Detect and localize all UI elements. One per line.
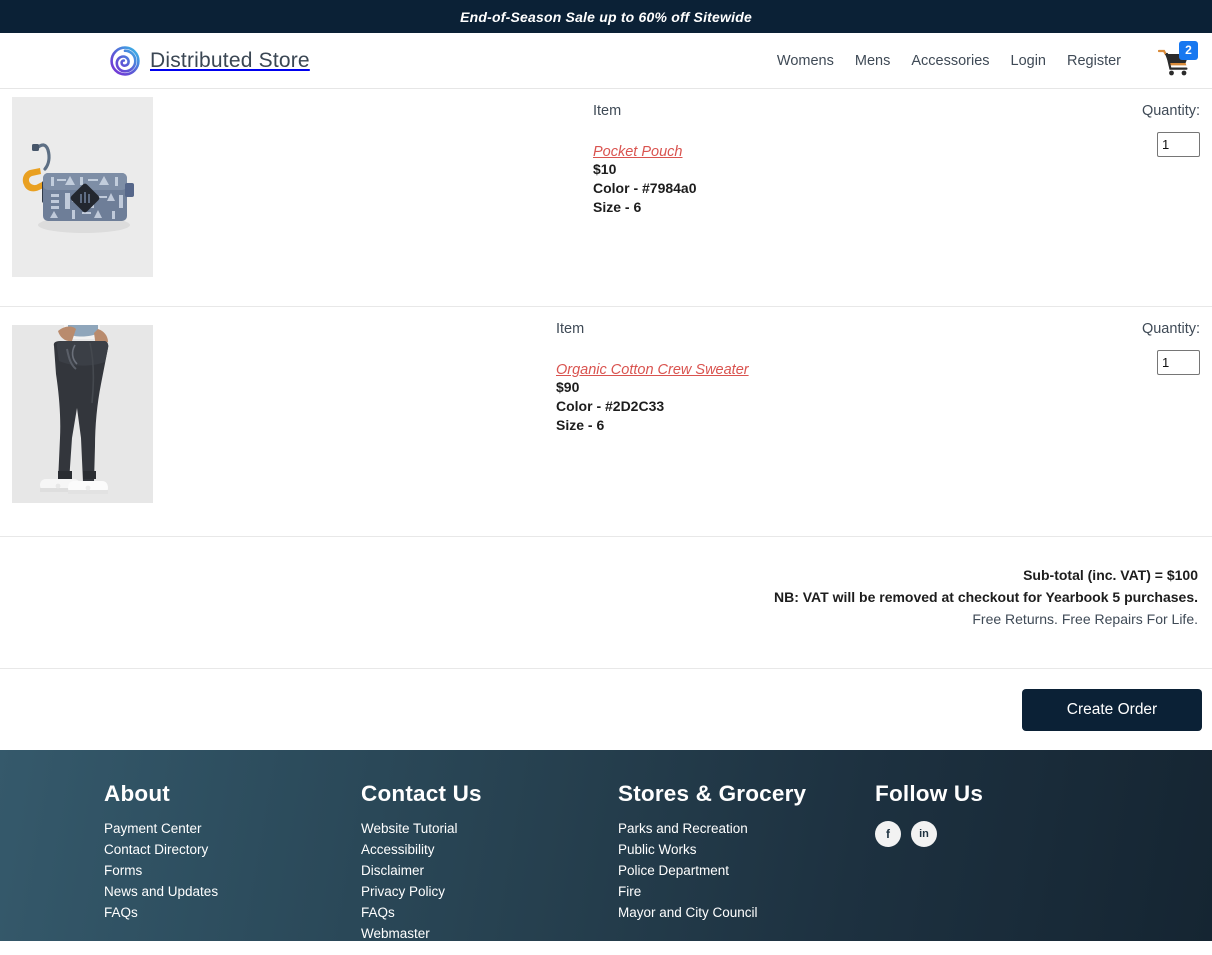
product-details: Item Pocket Pouch $10 Color - #7984a0 Si… — [593, 103, 697, 218]
facebook-icon[interactable]: f — [875, 821, 901, 847]
quantity-block: Quantity: — [1142, 321, 1200, 375]
footer-column-stores-grocery: Stores & Grocery Parks and Recreation Pu… — [618, 781, 875, 947]
spiral-logo-icon — [110, 45, 140, 76]
product-name-link[interactable]: Organic Cotton Crew Sweater — [556, 362, 749, 378]
product-thumbnail-organic-cotton-crew-sweater[interactable] — [12, 325, 153, 503]
footer-heading: Contact Us — [361, 781, 482, 806]
footer-column-contact-us: Contact Us Website Tutorial Accessibilit… — [361, 781, 618, 947]
site-footer: About Payment Center Contact Directory F… — [0, 750, 1212, 941]
footer-link-faqs[interactable]: FAQs — [104, 905, 361, 920]
order-totals: Sub-total (inc. VAT) = $100 NB: VAT will… — [0, 537, 1212, 669]
footer-link-payment-center[interactable]: Payment Center — [104, 821, 361, 836]
cart-row: Item Pocket Pouch $10 Color - #7984a0 Si… — [0, 89, 1212, 307]
footer-link-accessibility[interactable]: Accessibility — [361, 842, 618, 857]
quantity-label: Quantity: — [1141, 321, 1200, 337]
social-links: f in — [875, 821, 1075, 847]
subtotal-text: Sub-total (inc. VAT) = $100 — [1023, 567, 1198, 583]
product-color: Color - #2D2C33 — [556, 398, 665, 414]
footer-link-contact-directory[interactable]: Contact Directory — [104, 842, 361, 857]
product-name-link[interactable]: Pocket Pouch — [593, 144, 682, 160]
product-thumbnail-pocket-pouch[interactable] — [12, 97, 153, 277]
footer-link-public-works[interactable]: Public Works — [618, 842, 875, 857]
footer-link-parks-and-recreation[interactable]: Parks and Recreation — [618, 821, 875, 836]
footer-link-news-and-updates[interactable]: News and Updates — [104, 884, 361, 899]
brand-name: Distributed Store — [150, 48, 310, 72]
create-order-button[interactable]: Create Order — [1022, 688, 1202, 731]
quantity-input[interactable] — [1157, 350, 1200, 375]
footer-heading: Follow Us — [875, 781, 984, 806]
footer-link-forms[interactable]: Forms — [104, 863, 361, 878]
cart-item-count-badge: 2 — [1179, 40, 1198, 60]
product-details: Item Organic Cotton Crew Sweater $90 Col… — [556, 321, 749, 436]
footer-columns: About Payment Center Contact Directory F… — [0, 781, 1212, 947]
footer-link-webmaster[interactable]: Webmaster — [361, 926, 618, 941]
quantity-block: Quantity: — [1142, 103, 1200, 157]
item-label: Item — [593, 103, 622, 119]
item-label: Item — [556, 321, 585, 337]
product-size: Size - 6 — [556, 417, 605, 433]
product-price: $90 — [556, 379, 580, 395]
quantity-label: Quantity: — [1141, 103, 1200, 119]
action-bar: Create Order — [0, 669, 1212, 750]
nav-item-womens[interactable]: Womens — [777, 53, 834, 69]
footer-link-mayor-and-city-council[interactable]: Mayor and City Council — [618, 905, 875, 920]
footer-heading: About — [104, 781, 170, 806]
site-header: Distributed Store Womens Mens Accessorie… — [0, 33, 1212, 89]
nav-item-register[interactable]: Register — [1067, 53, 1121, 69]
brand-logo-link[interactable]: Distributed Store — [110, 45, 310, 76]
cart-button[interactable]: 2 — [1157, 40, 1198, 78]
footer-link-disclaimer[interactable]: Disclaimer — [361, 863, 618, 878]
product-size: Size - 6 — [593, 199, 642, 215]
footer-link-police-department[interactable]: Police Department — [618, 863, 875, 878]
vat-note-text: NB: VAT will be removed at checkout for … — [773, 589, 1198, 605]
product-color: Color - #7984a0 — [593, 180, 697, 196]
footer-link-fire[interactable]: Fire — [618, 884, 875, 899]
footer-column-about: About Payment Center Contact Directory F… — [104, 781, 361, 947]
product-price: $10 — [593, 161, 617, 177]
promo-banner-text: End-of-Season Sale up to 60% off Sitewid… — [460, 8, 752, 25]
quantity-input[interactable] — [1157, 132, 1200, 157]
linkedin-icon[interactable]: in — [911, 821, 937, 847]
main-navigation: Womens Mens Accessories Login Register 2 — [777, 40, 1198, 78]
footer-link-faqs[interactable]: FAQs — [361, 905, 618, 920]
returns-note-text: Free Returns. Free Repairs For Life. — [972, 611, 1198, 627]
footer-heading: Stores & Grocery — [618, 781, 807, 806]
cart-row: Item Organic Cotton Crew Sweater $90 Col… — [0, 307, 1212, 537]
footer-column-follow-us: Follow Us f in — [875, 781, 1075, 947]
promo-banner: End-of-Season Sale up to 60% off Sitewid… — [0, 0, 1212, 33]
nav-item-accessories[interactable]: Accessories — [911, 53, 989, 69]
nav-item-login[interactable]: Login — [1011, 53, 1046, 69]
nav-item-mens[interactable]: Mens — [855, 53, 890, 69]
footer-link-privacy-policy[interactable]: Privacy Policy — [361, 884, 618, 899]
footer-link-website-tutorial[interactable]: Website Tutorial — [361, 821, 618, 836]
